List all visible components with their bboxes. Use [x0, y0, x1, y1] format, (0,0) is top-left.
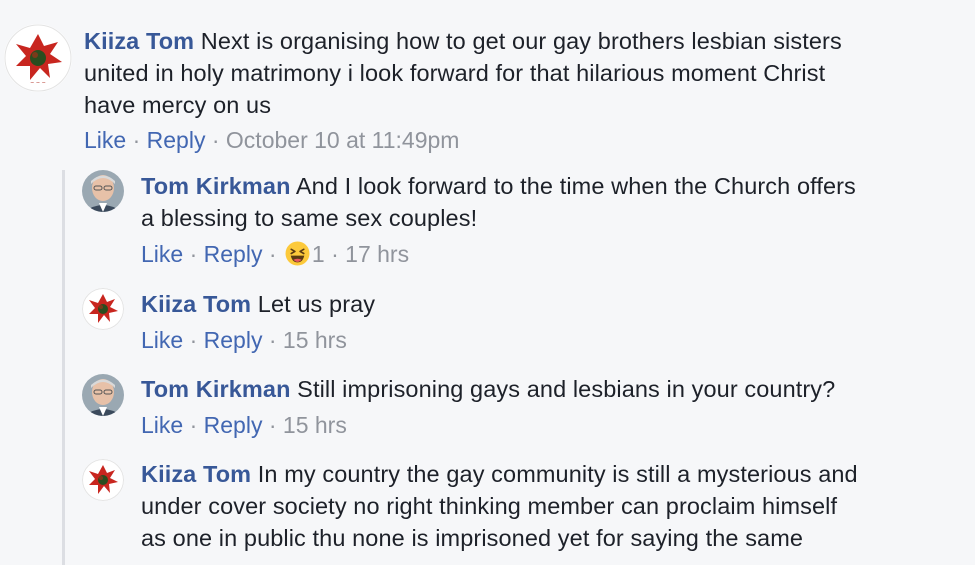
avatar-kiiza-tom[interactable]: ~ ~ ~ [4, 24, 72, 92]
comment-actions: Like · Reply · 1 · 17 hrs [141, 238, 409, 270]
comment-text-line-3: as one in public thu none is imprisoned … [141, 525, 804, 551]
kiiza-tom-avatar-icon: ~ ~ ~ [4, 24, 72, 92]
like-button[interactable]: Like [84, 127, 126, 153]
comment-line-1: Kiiza Tom In my country the gay communit… [141, 458, 966, 490]
comment-timestamp[interactable]: 17 hrs [345, 241, 409, 267]
separator-dot: · [268, 412, 277, 438]
comment-text-line-3: have mercy on us [84, 92, 272, 118]
avatar-tom-kirkman[interactable] [82, 170, 124, 212]
separator-dot: · [268, 241, 277, 267]
separator-dot: · [211, 127, 220, 153]
reply-button[interactable]: Reply [147, 127, 206, 153]
comment-actions: Like · Reply · 15 hrs [141, 409, 347, 441]
kiiza-tom-avatar-icon [82, 288, 124, 330]
comment-actions: Like · Reply · 15 hrs [141, 324, 347, 356]
like-button[interactable]: Like [141, 327, 183, 353]
separator-dot: · [189, 241, 198, 267]
reaction-count: 1 [311, 241, 325, 267]
comment-actions: Like · Reply · October 10 at 11:49pm [84, 124, 459, 156]
avatar-tom-kirkman[interactable] [82, 374, 124, 416]
comment-text: Still imprisoning gays and lesbians in y… [297, 376, 836, 402]
kiiza-tom-avatar-icon [82, 459, 124, 501]
comment-author-link[interactable]: Kiiza Tom [141, 461, 251, 487]
tom-kirkman-avatar-icon [82, 170, 124, 212]
reply-button[interactable]: Reply [204, 412, 263, 438]
comment-author-link[interactable]: Kiiza Tom [84, 28, 194, 54]
comment-author-link[interactable]: Tom Kirkman [141, 376, 291, 402]
comment-text: In my country the gay community is still… [257, 461, 858, 487]
comment-line-1: Kiiza Tom Let us pray [141, 288, 961, 320]
comment-body: Kiiza Tom Next is organising how to get … [84, 25, 964, 121]
avatar-kiiza-tom[interactable] [82, 459, 124, 501]
separator-dot: · [189, 412, 198, 438]
comment-text: Next is organising how to get our gay br… [200, 28, 842, 54]
comment-text: Let us pray [257, 291, 376, 317]
comment-body: Tom Kirkman Still imprisoning gays and l… [141, 373, 961, 405]
reply-thread-line [62, 170, 65, 565]
comment-text-line-2: a blessing to same sex couples! [141, 205, 478, 231]
comment-text-line-2: under cover society no right thinking me… [141, 493, 838, 519]
reply-button[interactable]: Reply [204, 241, 263, 267]
comment-timestamp[interactable]: 15 hrs [283, 327, 347, 353]
comment-timestamp[interactable]: 15 hrs [283, 412, 347, 438]
like-button[interactable]: Like [141, 241, 183, 267]
separator-dot: · [189, 327, 198, 353]
separator-dot: · [331, 241, 339, 267]
laughing-face-emoji-icon [285, 241, 310, 266]
comment-text-line-2: united in holy matrimony i look forward … [84, 60, 826, 86]
comment-line-1: Tom Kirkman And I look forward to the ti… [141, 170, 961, 202]
comment-body: Kiiza Tom Let us pray [141, 288, 961, 320]
like-button[interactable]: Like [141, 412, 183, 438]
comment-body: Tom Kirkman And I look forward to the ti… [141, 170, 961, 234]
comment-text: And I look forward to the time when the … [295, 173, 856, 199]
comment-body: Kiiza Tom In my country the gay communit… [141, 458, 966, 554]
reaction-summary[interactable]: 1 [283, 241, 331, 267]
comment-author-link[interactable]: Tom Kirkman [141, 173, 291, 199]
comment-line-1: Tom Kirkman Still imprisoning gays and l… [141, 373, 961, 405]
separator-dot: · [132, 127, 141, 153]
reply-button[interactable]: Reply [204, 327, 263, 353]
svg-text:~ ~ ~: ~ ~ ~ [30, 80, 46, 86]
comment-author-link[interactable]: Kiiza Tom [141, 291, 251, 317]
comment-line-1: Kiiza Tom Next is organising how to get … [84, 25, 964, 57]
separator-dot: · [268, 327, 277, 353]
comment-timestamp[interactable]: October 10 at 11:49pm [226, 127, 460, 153]
tom-kirkman-avatar-icon [82, 374, 124, 416]
avatar-kiiza-tom[interactable] [82, 288, 124, 330]
